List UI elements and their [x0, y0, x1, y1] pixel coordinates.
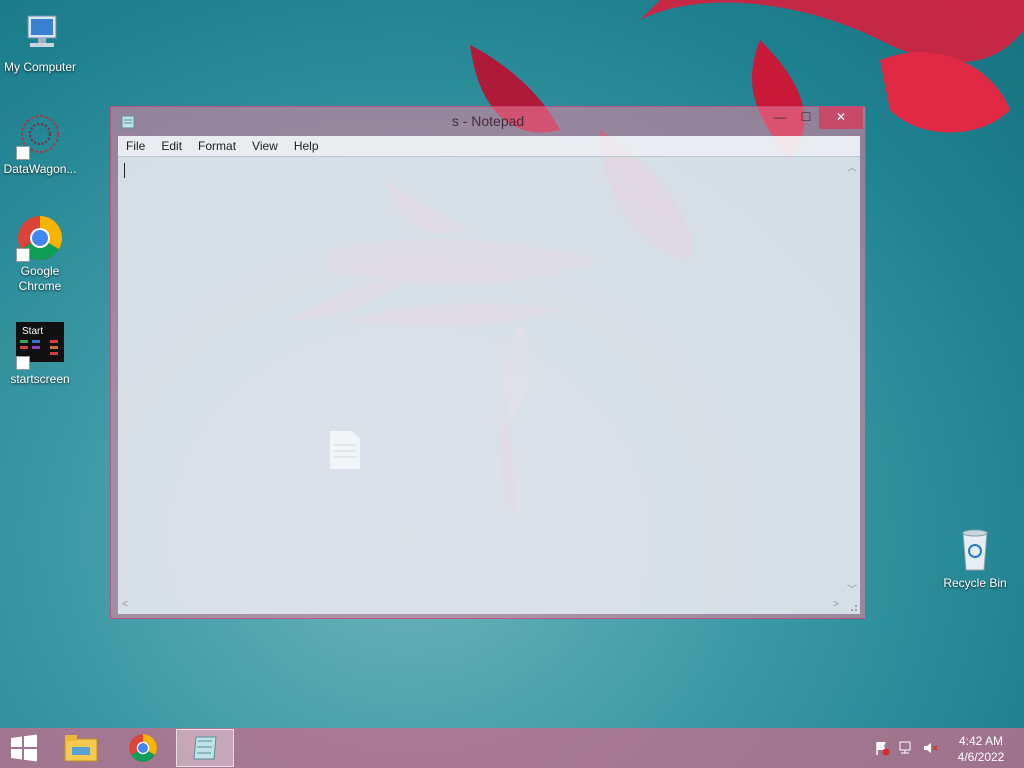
document-ghost-icon — [330, 431, 360, 469]
desktop-icon-label: My Computer — [3, 60, 77, 74]
close-button[interactable]: ✕ — [819, 107, 863, 129]
flag-icon[interactable] — [874, 740, 890, 756]
scroll-up-icon[interactable]: ︿ — [847, 159, 857, 174]
text-caret — [124, 163, 125, 178]
scroll-right-icon[interactable]: > — [833, 599, 839, 610]
window-title: s - Notepad — [451, 113, 525, 129]
title-bar[interactable]: s - Notepad — ☐ ✕ — [111, 107, 865, 137]
horizontal-scrollbar[interactable]: < > — [118, 597, 843, 614]
notepad-icon — [193, 736, 217, 760]
desktop-icon-label: Google Chrome — [18, 264, 62, 293]
clock-date: 4/6/2022 — [957, 750, 1005, 764]
desktop-icon-recycle-bin[interactable]: Recycle Bin — [935, 526, 1015, 591]
start-button[interactable] — [0, 729, 58, 767]
windows-logo-icon — [11, 734, 37, 762]
shortcut-arrow-icon — [16, 356, 30, 370]
computer-icon — [27, 15, 57, 47]
menu-help[interactable]: Help — [286, 139, 327, 153]
network-icon[interactable] — [898, 740, 914, 756]
desktop-icon-label: DataWagon... — [3, 162, 77, 176]
notepad-window[interactable]: s - Notepad — ☐ ✕ File Edit Format View … — [110, 106, 866, 619]
desktop-icon-label: Recycle Bin — [943, 576, 1007, 590]
menu-file[interactable]: File — [118, 139, 153, 153]
taskbar-google-chrome[interactable] — [114, 729, 172, 767]
menu-bar: File Edit Format View Help — [118, 136, 860, 156]
taskbar: 4:42 AM 4/6/2022 — [0, 728, 1024, 768]
volume-muted-icon[interactable] — [922, 740, 938, 756]
startscreen-badge: Start — [22, 326, 44, 337]
menu-format[interactable]: Format — [190, 139, 244, 153]
menu-view[interactable]: View — [244, 139, 286, 153]
resize-grip-icon[interactable] — [848, 602, 858, 612]
menu-edit[interactable]: Edit — [153, 139, 190, 153]
vertical-scrollbar[interactable]: ︿ ﹀ — [843, 157, 860, 598]
scroll-down-icon[interactable]: ﹀ — [847, 581, 857, 596]
desktop-icon-google-chrome[interactable]: Google Chrome — [0, 214, 80, 294]
recycle-bin-icon — [962, 529, 988, 571]
desktop-icon-label: startscreen — [10, 372, 70, 386]
clock-time: 4:42 AM — [958, 734, 1004, 748]
maximize-button[interactable]: ☐ — [793, 107, 819, 129]
shortcut-arrow-icon — [16, 146, 30, 160]
desktop-icon-my-computer[interactable]: My Computer — [0, 10, 80, 75]
clock[interactable]: 4:42 AM 4/6/2022 — [948, 733, 1014, 765]
text-editor[interactable]: ︿ ﹀ < > — [118, 156, 860, 614]
minimize-button[interactable]: — — [767, 107, 793, 129]
desktop-icon-startscreen[interactable]: Start startscreen — [0, 322, 80, 387]
folder-icon — [64, 735, 98, 762]
taskbar-file-explorer[interactable] — [52, 729, 110, 767]
shortcut-arrow-icon — [16, 248, 30, 262]
taskbar-notepad[interactable] — [176, 729, 234, 767]
desktop-icon-datawagon[interactable]: DataWagon... — [0, 112, 80, 177]
scroll-left-icon[interactable]: < — [122, 599, 128, 610]
chrome-icon — [129, 734, 157, 762]
